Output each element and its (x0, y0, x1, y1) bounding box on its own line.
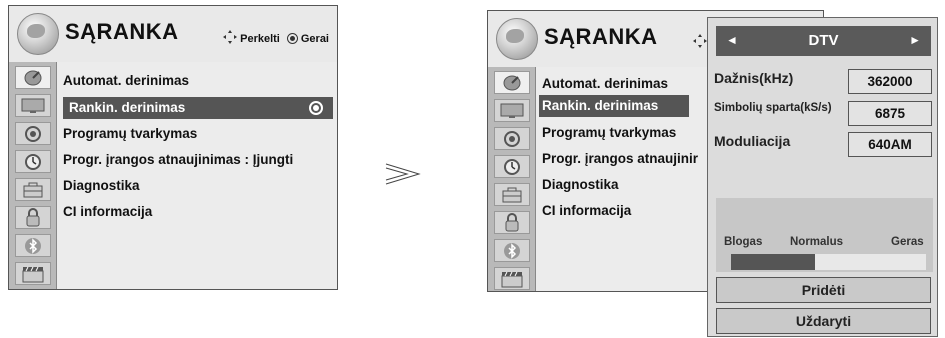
manual-tuning-dialog: ◄ DTV ► Dažnis(kHz) 362000 Simbolių spar… (707, 17, 938, 337)
page-title: SĄRANKA (544, 24, 658, 49)
menu-item-software-update[interactable]: Progr. įrangos atnaujinir (542, 148, 698, 170)
menu-item-label: Diagnostika (542, 177, 619, 192)
menu-item-label: Automat. derinimas (63, 73, 190, 88)
signal-strength-fill (731, 254, 815, 270)
bluetooth-icon[interactable] (15, 234, 51, 257)
speaker-icon[interactable] (15, 122, 51, 145)
padlock-icon[interactable] (494, 211, 530, 234)
menu-item-label: Programų tvarkymas (542, 125, 677, 140)
setup-header: SĄRANKA Perkelti Gerai (9, 6, 337, 62)
menu-item-label: Rankin. derinimas (69, 100, 186, 115)
toolbox-icon[interactable] (15, 178, 51, 201)
menu-item-software-update[interactable]: Progr. įrangos atnaujinimas : Įjungti (63, 149, 293, 171)
menu-item-diagnostics[interactable]: Diagnostika (542, 174, 619, 196)
page-title: SĄRANKA (65, 19, 179, 44)
menu-item-program-edit[interactable]: Programų tvarkymas (542, 122, 676, 144)
category-icon-column (9, 62, 57, 289)
next-mode-arrow-icon[interactable]: ► (909, 33, 921, 47)
menu-item-label: CI informacija (542, 203, 632, 218)
clock-icon[interactable] (15, 150, 51, 173)
nav-hint: Perkelti Gerai (223, 30, 329, 47)
signal-label-normal: Normalus (790, 236, 844, 248)
add-button[interactable]: Pridėti (716, 277, 931, 303)
clock-icon[interactable] (494, 155, 530, 178)
category-icon-column (488, 67, 536, 291)
satellite-dish-icon[interactable] (494, 71, 530, 94)
setup-menu-list: Automat. derinimas Rankin. derinimas Pro… (57, 62, 337, 289)
menu-item-label: Programų tvarkymas (63, 126, 198, 141)
tv-screen-icon[interactable] (494, 99, 530, 122)
signal-label-bad: Blogas (724, 236, 763, 248)
menu-item-diagnostics[interactable]: Diagnostika (63, 175, 140, 197)
clapperboard-icon[interactable] (494, 267, 530, 290)
menu-item-label: CI informacija (63, 204, 153, 219)
mode-selector[interactable]: ◄ DTV ► (716, 26, 931, 56)
frequency-field[interactable]: 362000 (848, 69, 932, 94)
menu-item-label: Rankin. derinimas (542, 98, 659, 113)
satellite-dish-icon[interactable] (15, 66, 51, 89)
menu-item-label: Progr. įrangos atnaujinimas : Įjungti (63, 152, 294, 167)
setup-globe-icon (496, 18, 538, 60)
modulation-label: Moduliacija (714, 133, 791, 149)
menu-item-auto-tuning[interactable]: Automat. derinimas (542, 73, 668, 95)
setup-globe-icon (17, 13, 59, 55)
menu-item-program-edit[interactable]: Programų tvarkymas (63, 123, 197, 145)
tv-screen-icon[interactable] (15, 94, 51, 117)
nav-hint-move: Perkelti (240, 32, 280, 45)
ok-button-icon (286, 33, 298, 44)
frequency-label: Dažnis(kHz) (714, 70, 794, 86)
move-arrows-icon (223, 30, 238, 47)
menu-item-label: Progr. įrangos atnaujinir (542, 151, 699, 166)
symbol-rate-field[interactable]: 6875 (848, 101, 932, 126)
bluetooth-icon[interactable] (494, 239, 530, 262)
signal-label-good: Geras (891, 236, 924, 248)
padlock-icon[interactable] (15, 206, 51, 229)
modulation-field[interactable]: 640AM (848, 132, 932, 157)
close-button[interactable]: Uždaryti (716, 308, 931, 334)
menu-item-manual-tuning[interactable]: Rankin. derinimas (63, 97, 333, 119)
menu-item-manual-tuning[interactable]: Rankin. derinimas (539, 95, 689, 117)
menu-item-label: Automat. derinimas (542, 76, 669, 91)
setup-menu-panel: SĄRANKA Perkelti Gerai Automat. derinima… (8, 5, 338, 290)
nav-hint-ok: Gerai (300, 32, 329, 45)
move-arrows-icon (693, 34, 707, 53)
menu-item-ci-info[interactable]: CI informacija (542, 200, 631, 222)
speaker-icon[interactable] (494, 127, 530, 150)
selected-radio-icon (309, 101, 323, 115)
toolbox-icon[interactable] (494, 183, 530, 206)
signal-strength-bar (731, 254, 926, 270)
menu-item-ci-info[interactable]: CI informacija (63, 201, 152, 223)
clapperboard-icon[interactable] (15, 262, 51, 285)
menu-item-auto-tuning[interactable]: Automat. derinimas (63, 70, 189, 92)
menu-item-label: Diagnostika (63, 178, 140, 193)
mode-label: DTV (808, 32, 839, 49)
signal-strength-area: Blogas Normalus Geras (716, 198, 933, 272)
symbol-rate-label: Simbolių sparta(kS/s) (714, 102, 832, 114)
transition-arrow-icon (385, 163, 421, 190)
